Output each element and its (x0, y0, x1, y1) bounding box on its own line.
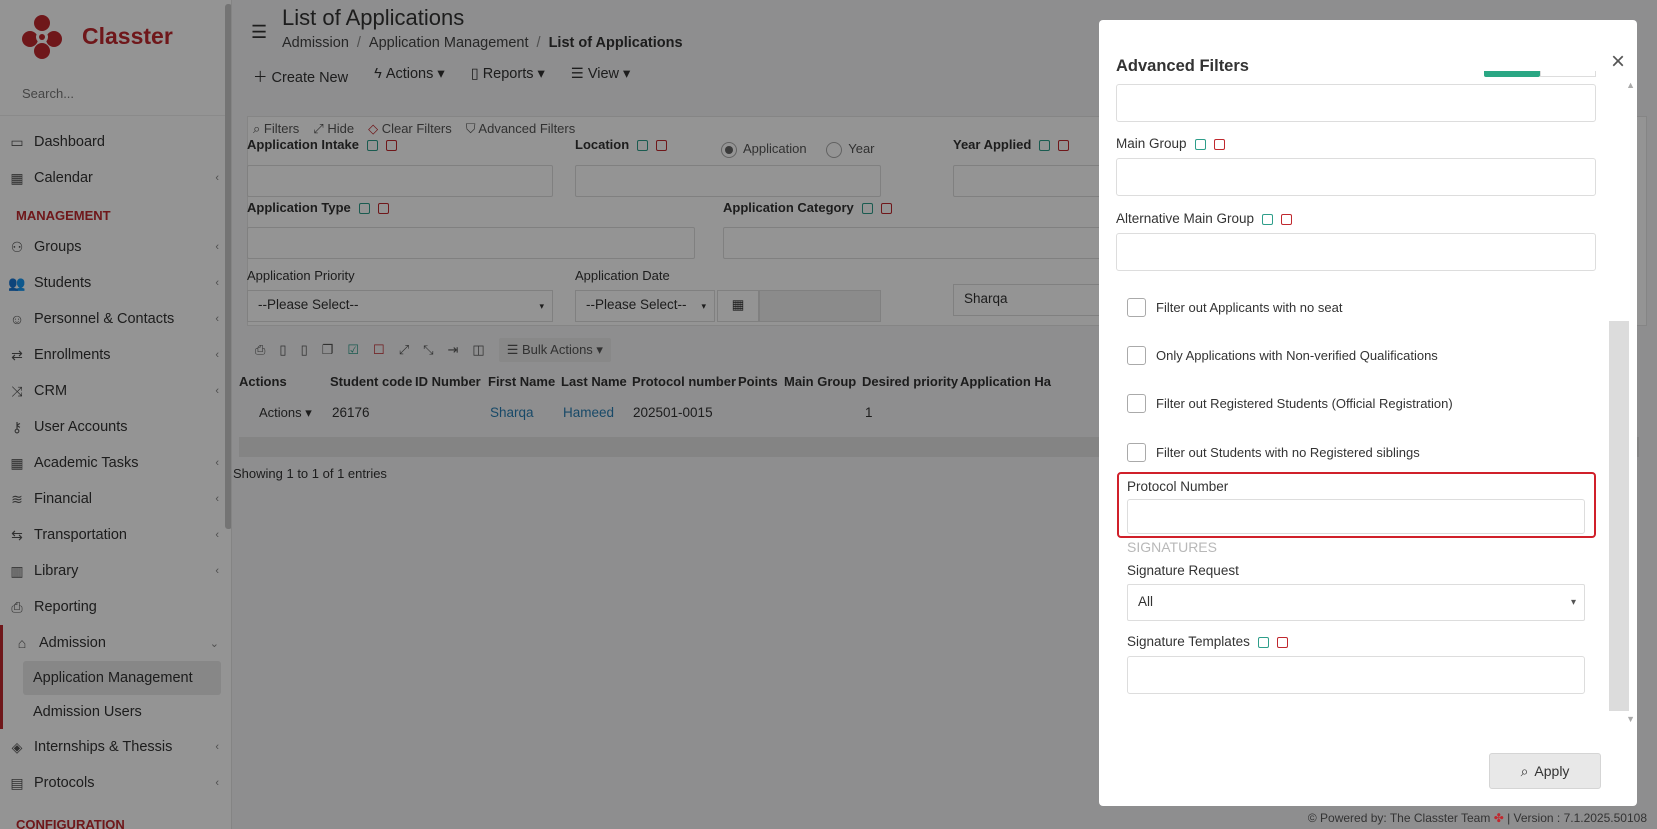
caret-down-icon: ▾ (1570, 597, 1576, 608)
toggle-inactive[interactable] (1540, 71, 1596, 77)
signature-templates-label: Signature Templates (1127, 634, 1288, 649)
version-text: | Version : 7.1.2025.50108 (1507, 811, 1647, 825)
select-value: All (1138, 594, 1154, 609)
signature-templates-input[interactable] (1127, 656, 1585, 694)
powered-by: Powered by: The Classter Team (1320, 811, 1491, 825)
modal-scrollbar[interactable] (1609, 321, 1629, 711)
label-text: Alternative Main Group (1116, 211, 1255, 226)
signature-request-select[interactable]: All ▾ (1127, 584, 1585, 621)
deselect-all-icon[interactable] (1276, 636, 1288, 648)
copyright-icon: © (1307, 811, 1317, 825)
main-group-label: Main Group (1116, 136, 1225, 151)
select-all-icon[interactable] (1262, 213, 1274, 225)
checkbox-label: Filter out Applicants with no seat (1156, 300, 1343, 315)
signature-request-label: Signature Request (1127, 563, 1239, 578)
checkbox-label: Filter out Students with no Registered s… (1156, 445, 1420, 460)
select-all-icon[interactable] (1257, 636, 1269, 648)
alternative-main-group-label: Alternative Main Group (1116, 211, 1293, 226)
search-icon: ⌕ (1520, 762, 1529, 779)
top-filter-input[interactable] (1116, 84, 1596, 122)
main-group-input[interactable] (1116, 158, 1596, 196)
checkbox[interactable] (1127, 394, 1146, 413)
alternative-main-group-input[interactable] (1116, 233, 1596, 271)
modal-title: Advanced Filters (1116, 57, 1249, 75)
checkbox-no-siblings[interactable]: Filter out Students with no Registered s… (1127, 443, 1420, 462)
footer: © Powered by: The Classter Team ✤ | Vers… (1308, 811, 1647, 825)
checkbox-no-seat[interactable]: Filter out Applicants with no seat (1127, 298, 1342, 317)
signatures-heading: SIGNATURES (1127, 539, 1217, 555)
select-all-icon[interactable] (1194, 138, 1206, 150)
apply-button[interactable]: ⌕ Apply (1489, 753, 1601, 789)
label-text: Signature Templates (1127, 634, 1250, 649)
label-text: Main Group (1116, 136, 1187, 151)
apply-label: Apply (1534, 763, 1570, 779)
close-icon[interactable]: × (1611, 50, 1625, 74)
protocol-number-label: Protocol Number (1127, 479, 1229, 494)
deselect-all-icon[interactable] (1281, 213, 1293, 225)
checkbox-label: Only Applications with Non-verified Qual… (1156, 348, 1438, 363)
checkbox-label: Filter out Registered Students (Official… (1156, 396, 1453, 411)
checkbox[interactable] (1127, 298, 1146, 317)
checkbox[interactable] (1127, 346, 1146, 365)
deselect-all-icon[interactable] (1213, 138, 1225, 150)
scroll-down-icon[interactable]: ▼ (1626, 714, 1635, 724)
advanced-filters-modal: Advanced Filters × Main Group Alternativ… (1099, 20, 1637, 806)
protocol-number-input[interactable] (1127, 499, 1585, 534)
toggle-active[interactable] (1484, 71, 1540, 77)
scroll-up-icon[interactable]: ▲ (1626, 80, 1635, 90)
classter-small-logo-icon: ✤ (1493, 811, 1504, 825)
checkbox-non-verified[interactable]: Only Applications with Non-verified Qual… (1127, 346, 1438, 365)
checkbox[interactable] (1127, 443, 1146, 462)
checkbox-registered-students[interactable]: Filter out Registered Students (Official… (1127, 394, 1453, 413)
